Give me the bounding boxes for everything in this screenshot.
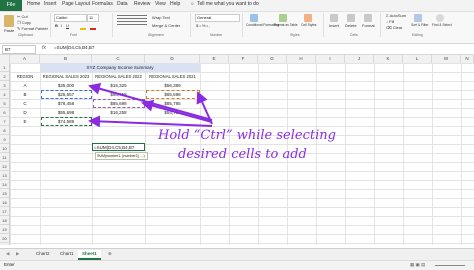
scroll-right-icon[interactable]: ▶ [12, 250, 23, 258]
status-mode: Enter [4, 262, 15, 267]
sheet-tab-chart1[interactable]: Chart1 [56, 250, 78, 258]
zoom-slider[interactable] [435, 265, 465, 266]
view-buttons[interactable]: ▦ ▣ ▤ [410, 262, 425, 268]
callout-text-line2: desired cells to add [178, 147, 307, 162]
sheet-tab-bar: ◀ ▶ Chart2 Chart1 Sheet1 ⊕ [0, 248, 474, 260]
callout-text-line1: Hold “Ctrl” while selecting [158, 128, 336, 143]
sheet-tab-chart2[interactable]: Chart2 [32, 250, 54, 258]
add-sheet-icon[interactable]: ⊕ [104, 250, 116, 258]
sheet-tab-sheet1[interactable]: Sheet1 [78, 250, 101, 260]
